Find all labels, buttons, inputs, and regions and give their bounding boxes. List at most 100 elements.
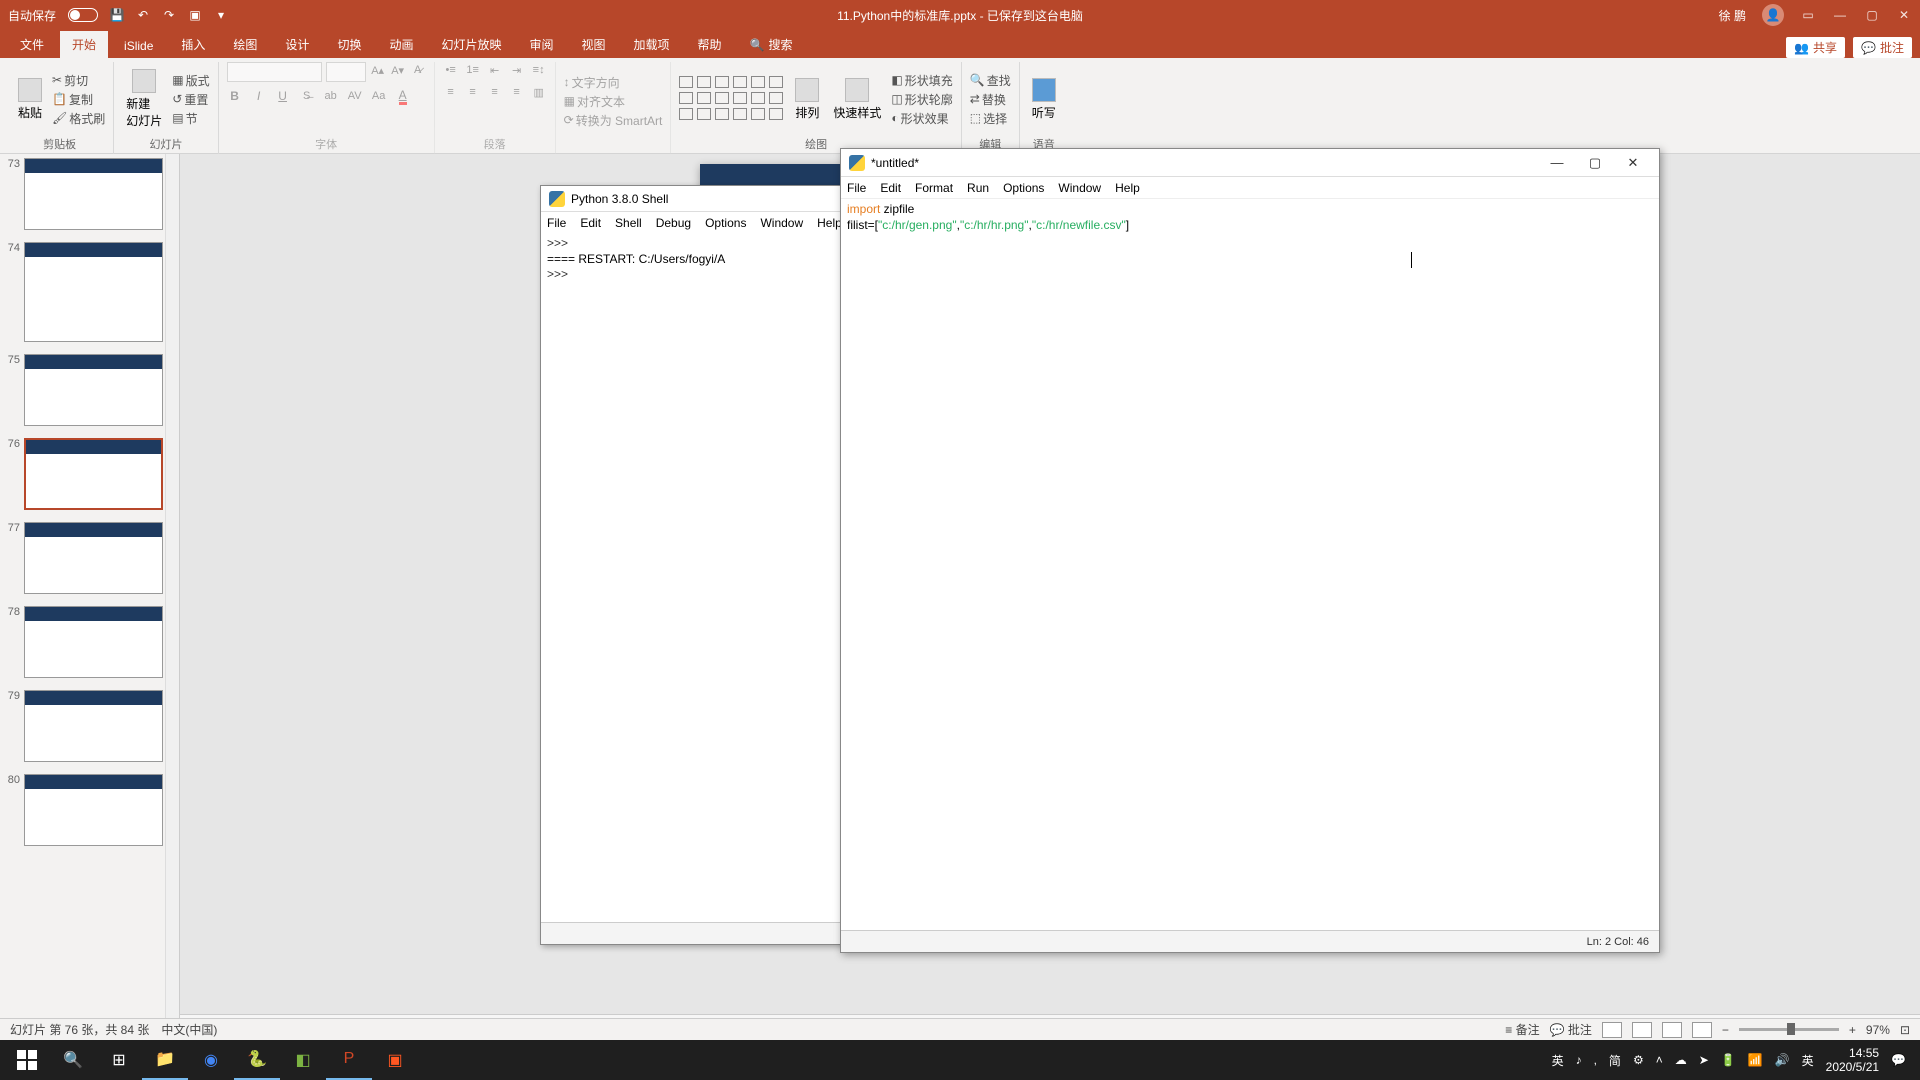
quickstyle-button[interactable]: 快速样式 [829, 76, 885, 123]
underline-icon[interactable]: U [275, 88, 291, 104]
thumbnail-78[interactable]: 78 [4, 606, 163, 678]
align-left-icon[interactable]: ≡ [443, 84, 459, 100]
ime-lang-icon[interactable]: 英 [1802, 1052, 1814, 1069]
tab-home[interactable]: 开始 [60, 31, 108, 58]
font-family-input[interactable] [227, 62, 322, 82]
ime-indicator-1[interactable]: 英 [1552, 1052, 1564, 1069]
notifications-icon[interactable]: 💬 [1891, 1053, 1906, 1067]
task-view-icon[interactable]: ⊞ [96, 1040, 142, 1080]
user-avatar-icon[interactable]: 👤 [1762, 4, 1784, 26]
taskbar-explorer-icon[interactable]: 📁 [142, 1040, 188, 1080]
editor-content[interactable]: import zipfile filist=["c:/hr/gen.png","… [841, 199, 1659, 235]
zoom-slider[interactable] [1739, 1028, 1839, 1031]
start-button[interactable] [4, 1040, 50, 1080]
editor-titlebar[interactable]: *untitled* — ▢ ✕ [841, 149, 1659, 177]
tab-design[interactable]: 设计 [273, 31, 321, 58]
editor-close-icon[interactable]: ✕ [1615, 152, 1651, 174]
increase-font-icon[interactable]: A▴ [370, 62, 386, 78]
line-spacing-icon[interactable]: ≡↕ [531, 62, 547, 78]
layout-button[interactable]: ▦ 版式 [172, 72, 209, 89]
shapefill-button[interactable]: ◧ 形状填充 [891, 72, 952, 89]
zoom-level[interactable]: 97% [1866, 1023, 1890, 1037]
spacing-icon[interactable]: AV [347, 88, 363, 104]
language-indicator[interactable]: 中文(中国) [161, 1021, 217, 1038]
reading-view-icon[interactable] [1662, 1022, 1682, 1038]
slideshow-view-icon[interactable] [1692, 1022, 1712, 1038]
taskbar-chrome-icon[interactable]: ◉ [188, 1040, 234, 1080]
indent-dec-icon[interactable]: ⇤ [487, 62, 503, 78]
shapeoutline-button[interactable]: ◫ 形状轮廓 [891, 91, 952, 108]
replace-button[interactable]: ⇄ 替换 [970, 91, 1011, 108]
shell-menu-debug[interactable]: Debug [656, 216, 691, 230]
columns-icon[interactable]: ▥ [531, 84, 547, 100]
formatpainter-button[interactable]: 🖌 格式刷 [52, 110, 105, 127]
tab-view[interactable]: 视图 [570, 31, 618, 58]
editor-minimize-icon[interactable]: — [1539, 152, 1575, 174]
redo-icon[interactable]: ↷ [162, 8, 176, 22]
save-icon[interactable]: 💾 [110, 8, 124, 22]
editor-maximize-icon[interactable]: ▢ [1577, 152, 1613, 174]
shell-menu-edit[interactable]: Edit [580, 216, 601, 230]
maximize-icon[interactable]: ▢ [1864, 8, 1880, 22]
shell-menu-help[interactable]: Help [817, 216, 842, 230]
tab-addins[interactable]: 加载项 [622, 31, 682, 58]
reset-button[interactable]: ↺ 重置 [172, 91, 209, 108]
comments-status-button[interactable]: 💬 批注 [1550, 1021, 1592, 1038]
more-qat-icon[interactable]: ▾ [214, 8, 228, 22]
shell-menu-file[interactable]: File [547, 216, 566, 230]
tab-file[interactable]: 文件 [8, 31, 56, 58]
shapeeffect-button[interactable]: ◐ 形状效果 [891, 110, 952, 127]
shell-menu-shell[interactable]: Shell [615, 216, 642, 230]
taskbar-search-icon[interactable]: 🔍 [50, 1040, 96, 1080]
comments-button[interactable]: 💬批注 [1853, 37, 1912, 58]
close-icon[interactable]: ✕ [1896, 8, 1912, 22]
thumbnail-74[interactable]: 74 [4, 242, 163, 342]
taskbar-camtasia-icon[interactable]: ◧ [280, 1040, 326, 1080]
tab-transition[interactable]: 切换 [325, 31, 373, 58]
undo-icon[interactable]: ↶ [136, 8, 150, 22]
thumbnail-79[interactable]: 79 [4, 690, 163, 762]
editor-menu-window[interactable]: Window [1058, 181, 1101, 195]
shadow-icon[interactable]: ab [323, 88, 339, 104]
section-button[interactable]: ▤ 节 [172, 110, 209, 127]
notes-button[interactable]: ≡ 备注 [1505, 1021, 1539, 1038]
bullets-icon[interactable]: •≡ [443, 62, 459, 78]
minimize-icon[interactable]: — [1832, 8, 1848, 22]
shapes-gallery[interactable] [679, 76, 785, 122]
ime-indicator-4[interactable]: 简 [1609, 1052, 1621, 1069]
thumbnail-scrollbar[interactable] [165, 154, 179, 1050]
text-direction-button[interactable]: ↕ 文字方向 [564, 74, 663, 91]
tab-slideshow[interactable]: 幻灯片放映 [429, 31, 513, 58]
zoom-in-icon[interactable]: + [1849, 1023, 1856, 1037]
taskbar-powerpoint-icon[interactable]: P [326, 1040, 372, 1080]
zoom-out-icon[interactable]: − [1722, 1023, 1729, 1037]
slideshow-icon[interactable]: ▣ [188, 8, 202, 22]
normal-view-icon[interactable] [1602, 1022, 1622, 1038]
arrange-button[interactable]: 排列 [791, 76, 823, 123]
share-button[interactable]: 👥共享 [1786, 37, 1845, 58]
tab-review[interactable]: 审阅 [517, 31, 565, 58]
align-text-button[interactable]: ▦ 对齐文本 [564, 93, 663, 110]
autosave-toggle[interactable] [68, 8, 98, 22]
tab-insert[interactable]: 插入 [169, 31, 217, 58]
numbering-icon[interactable]: 1≡ [465, 62, 481, 78]
tab-animation[interactable]: 动画 [377, 31, 425, 58]
bold-icon[interactable]: B [227, 88, 243, 104]
dictate-button[interactable]: 听写 [1028, 76, 1060, 123]
search-box[interactable]: 🔍 搜索 [742, 31, 801, 58]
thumbnail-73[interactable]: 73 [4, 158, 163, 230]
font-size-input[interactable] [326, 62, 366, 82]
font-color-icon[interactable]: A [395, 88, 411, 104]
clear-format-icon[interactable]: A̷ [410, 62, 426, 78]
smartart-button[interactable]: ⟳ 转换为 SmartArt [564, 112, 663, 129]
thumbnail-77[interactable]: 77 [4, 522, 163, 594]
taskbar-clock[interactable]: 14:552020/5/21 [1826, 1046, 1879, 1075]
editor-menu-options[interactable]: Options [1003, 181, 1044, 195]
slide-counter[interactable]: 幻灯片 第 76 张，共 84 张 [10, 1021, 149, 1038]
thumbnail-76[interactable]: 76 [4, 438, 163, 510]
thumbnail-80[interactable]: 80 [4, 774, 163, 846]
indent-inc-icon[interactable]: ⇥ [509, 62, 525, 78]
battery-icon[interactable]: 🔋 [1721, 1053, 1736, 1067]
select-button[interactable]: ⬚ 选择 [970, 110, 1011, 127]
editor-menu-format[interactable]: Format [915, 181, 953, 195]
